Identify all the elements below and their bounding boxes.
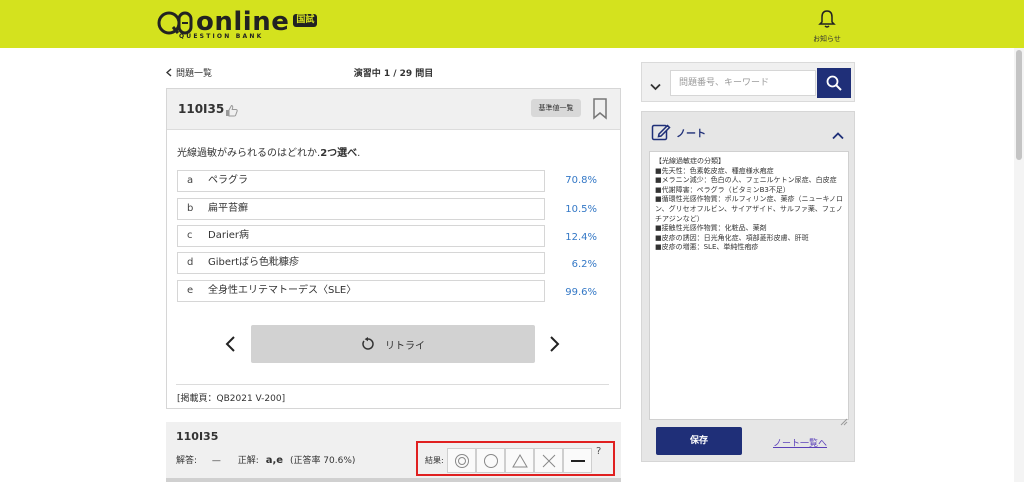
- chevron-right-icon: [550, 336, 560, 352]
- cross-icon: [542, 454, 555, 467]
- choice-a-percentage: 70.8%: [565, 175, 597, 186]
- search-panel: [641, 62, 855, 102]
- result-dash-button[interactable]: [563, 448, 592, 473]
- note-panel: ノート 【光線過敏症の分類】 ■先天性：色素乾皮症、種痘様水疱症 ■メラニン減少…: [641, 111, 855, 462]
- save-note-button[interactable]: 保存: [656, 427, 742, 455]
- search-icon: [826, 75, 842, 91]
- choice-d[interactable]: d Gibertばら色粃糠疹: [177, 252, 545, 274]
- table-header-bar: [166, 478, 621, 482]
- question-nav: 演習中 1 / 29 問目 問題一覧: [166, 66, 621, 80]
- your-answer-label: 解答:: [176, 456, 198, 466]
- retry-button[interactable]: リトライ: [251, 325, 535, 363]
- thumbs-up-icon[interactable]: [225, 102, 238, 121]
- result-cross-button[interactable]: [534, 448, 563, 473]
- page-reference: [掲載頁：QB2021 V-200]: [177, 394, 286, 404]
- help-question-icon[interactable]: ?: [596, 446, 601, 457]
- choice-text: ペラグラ: [208, 175, 248, 186]
- choice-b-percentage: 10.5%: [565, 204, 597, 215]
- correct-rate: (正答率 70.6%): [289, 456, 356, 466]
- choice-text: Gibertばら色粃糠疹: [208, 257, 300, 268]
- notification-label: お知らせ: [813, 35, 841, 43]
- dash-icon: [570, 459, 585, 462]
- page-scrollbar[interactable]: [1014, 48, 1024, 482]
- notification-button[interactable]: お知らせ: [810, 9, 844, 44]
- choice-c-percentage: 12.4%: [565, 232, 597, 243]
- app-header: online 国試 QUESTION BANK お知らせ: [0, 0, 1024, 48]
- question-card-header: 110I35 基準値一覧: [167, 89, 620, 130]
- choice-e[interactable]: e 全身性エリテマトーデス〈SLE〉: [177, 280, 545, 302]
- note-list-link[interactable]: ノート一覧へ: [773, 436, 827, 449]
- answer-question-id: 110I35: [176, 430, 219, 443]
- your-answer-value: —: [211, 456, 221, 466]
- question-emphasis: 2つ選べ: [320, 148, 358, 159]
- question-text: 光線過敏がみられるのはどれか.2つ選べ.: [177, 148, 361, 159]
- choice-d-percentage: 6.2%: [571, 259, 597, 270]
- note-textarea[interactable]: 【光線過敏症の分類】 ■先天性：色素乾皮症、種痘様水疱症 ■メラニン減少：色白の…: [649, 151, 849, 420]
- reference-values-button[interactable]: 基準値一覧: [531, 99, 581, 117]
- choice-a[interactable]: a ペラグラ: [177, 170, 545, 192]
- chevron-left-icon: [166, 68, 172, 77]
- next-question-button[interactable]: [549, 335, 561, 357]
- choice-text: Darier病: [208, 230, 249, 241]
- qb-online-logo[interactable]: online 国試 QUESTION BANK: [157, 7, 318, 41]
- retry-label: リトライ: [385, 340, 425, 352]
- chevron-left-icon: [225, 336, 235, 352]
- back-to-list-link[interactable]: 問題一覧: [166, 66, 212, 79]
- retry-icon: [362, 337, 374, 350]
- choice-text: 扁平苔癬: [208, 203, 248, 214]
- result-label: 結果:: [425, 456, 444, 465]
- search-button[interactable]: [817, 68, 851, 98]
- choice-text: 全身性エリテマトーデス〈SLE〉: [208, 285, 357, 296]
- choice-letter: c: [187, 230, 193, 241]
- back-label: 問題一覧: [176, 69, 213, 79]
- choice-letter: e: [187, 285, 194, 296]
- correct-value: a,e: [265, 455, 284, 466]
- logo-subtitle: QUESTION BANK: [179, 33, 264, 40]
- result-selector: 結果: ?: [416, 441, 615, 476]
- choice-c[interactable]: c Darier病: [177, 225, 545, 247]
- scrollbar-thumb[interactable]: [1016, 50, 1022, 160]
- choice-letter: d: [187, 257, 194, 268]
- result-circle-button[interactable]: [476, 448, 505, 473]
- bookmark-icon[interactable]: [592, 98, 608, 124]
- logo-text: online: [196, 7, 290, 37]
- resize-grip-icon[interactable]: [840, 411, 853, 460]
- note-title: ノート: [676, 129, 706, 140]
- question-id: 110I35: [178, 102, 225, 116]
- chevron-down-icon[interactable]: [650, 76, 661, 95]
- search-input[interactable]: [670, 70, 816, 96]
- chevron-up-icon[interactable]: [832, 125, 844, 144]
- result-triangle-button[interactable]: [505, 448, 534, 473]
- choice-letter: a: [187, 175, 194, 186]
- result-double-circle-button[interactable]: [447, 448, 476, 473]
- prev-question-button[interactable]: [224, 335, 236, 357]
- choice-b[interactable]: b 扁平苔癬: [177, 198, 545, 220]
- correct-label: 正解:: [237, 456, 259, 466]
- double-circle-icon: [454, 453, 469, 468]
- bell-icon: [818, 10, 836, 28]
- answer-line: 解答: — 正解: a,e (正答率 70.6%): [176, 453, 355, 466]
- answer-summary: 110I35 解答: — 正解: a,e (正答率 70.6%) 結果: ?: [166, 422, 621, 482]
- progress-indicator: 演習中 1 / 29 問目: [353, 69, 434, 79]
- logo-badge: 国試: [293, 14, 318, 27]
- divider: [176, 384, 609, 385]
- choice-e-percentage: 99.6%: [565, 287, 597, 298]
- circle-icon: [483, 453, 498, 468]
- choice-letter: b: [187, 203, 194, 214]
- note-header: ノート: [642, 112, 854, 150]
- edit-note-icon: [651, 122, 671, 146]
- triangle-icon: [511, 453, 528, 467]
